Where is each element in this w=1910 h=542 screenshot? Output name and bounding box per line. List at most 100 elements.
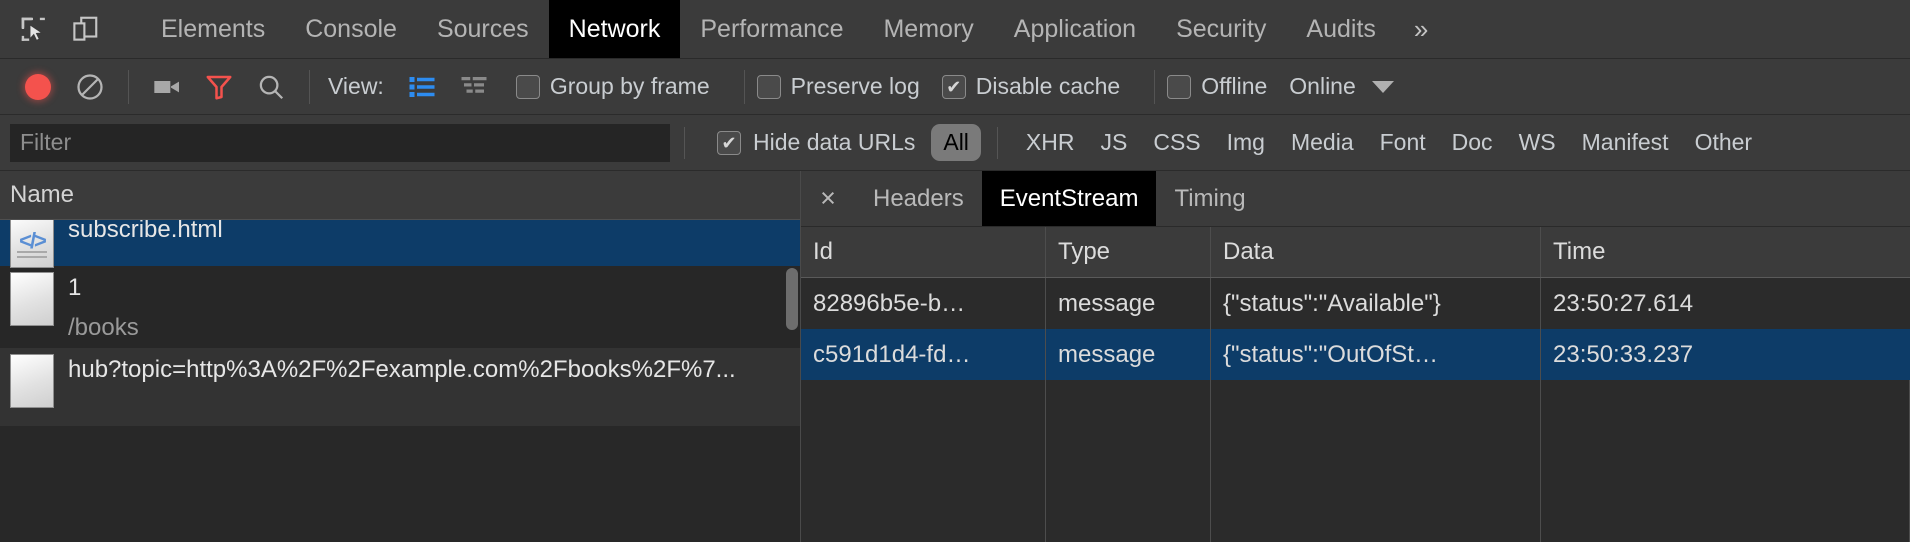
table-row[interactable]: 82896b5e-b… message {"status":"Available…	[801, 278, 1910, 329]
group-by-frame-label: Group by frame	[550, 73, 710, 100]
tab-label: Audits	[1306, 15, 1375, 44]
search-icon	[256, 72, 286, 102]
column-header-data[interactable]: Data	[1211, 227, 1541, 277]
record-button[interactable]	[12, 65, 64, 109]
checkbox-box	[942, 75, 966, 99]
type-filter-other[interactable]: Other	[1683, 124, 1765, 161]
row-text-block: subscribe.html	[68, 220, 223, 244]
tab-eventstream[interactable]: EventStream	[982, 171, 1157, 226]
disable-cache-label: Disable cache	[976, 73, 1120, 100]
type-filter-js[interactable]: JS	[1088, 124, 1139, 161]
type-filter-css[interactable]: CSS	[1141, 124, 1212, 161]
device-toolbar-icon[interactable]	[66, 10, 104, 48]
empty-cell	[801, 380, 1046, 542]
type-filter-ws[interactable]: WS	[1507, 124, 1568, 161]
record-icon	[25, 74, 51, 100]
type-filter-doc[interactable]: Doc	[1440, 124, 1505, 161]
toolbar-divider	[128, 70, 129, 104]
event-data: {"status":"Available"}	[1211, 278, 1541, 329]
requests-column-header[interactable]: Name	[0, 171, 800, 220]
type-filter-xhr[interactable]: XHR	[1014, 124, 1087, 161]
table-row[interactable]: c591d1d4-fd… message {"status":"OutOfSt……	[801, 329, 1910, 380]
type-filter-manifest[interactable]: Manifest	[1570, 124, 1681, 161]
event-data: {"status":"OutOfSt…	[1211, 329, 1541, 380]
empty-cell	[1211, 380, 1541, 542]
eventstream-table: Id Type Data Time 82896b5e-b… message {"…	[801, 227, 1910, 542]
tab-timing[interactable]: Timing	[1156, 171, 1263, 226]
tab-headers[interactable]: Headers	[855, 171, 982, 226]
offline-checkbox[interactable]: Offline	[1167, 73, 1267, 100]
generic-file-icon	[10, 272, 54, 326]
tab-sources[interactable]: Sources	[417, 0, 549, 58]
table-row[interactable]: 1 /books	[0, 266, 800, 348]
html-document-icon: </>	[10, 220, 54, 268]
waterfall-view-button[interactable]	[448, 65, 500, 109]
tab-application[interactable]: Application	[994, 0, 1156, 58]
network-controls-toolbar: View: Group by frame	[0, 59, 1910, 115]
tab-label: Elements	[161, 15, 265, 44]
table-row[interactable]: hub?topic=http%3A%2F%2Fexample.com%2Fboo…	[0, 348, 800, 426]
tab-console[interactable]: Console	[285, 0, 417, 58]
row-text-block: hub?topic=http%3A%2F%2Fexample.com%2Fboo…	[68, 354, 736, 384]
preserve-log-label: Preserve log	[791, 73, 920, 100]
request-name: hub?topic=http%3A%2F%2Fexample.com%2Fboo…	[68, 356, 736, 384]
capture-screenshots-button[interactable]	[141, 65, 193, 109]
request-list-pane: Name </> subscribe.html 1 /books	[0, 171, 801, 542]
view-label: View:	[328, 73, 384, 100]
request-rows[interactable]: </> subscribe.html 1 /books	[0, 220, 800, 542]
tab-label: Console	[305, 15, 397, 44]
table-row[interactable]: </> subscribe.html	[0, 220, 800, 266]
tab-label: Network	[569, 15, 661, 44]
preserve-log-checkbox[interactable]: Preserve log	[757, 73, 920, 100]
type-filter-font[interactable]: Font	[1368, 124, 1438, 161]
generic-file-icon	[10, 354, 54, 408]
tab-label: Sources	[437, 15, 529, 44]
tab-elements[interactable]: Elements	[141, 0, 285, 58]
tab-network[interactable]: Network	[549, 0, 681, 58]
network-filter-bar: Hide data URLs All XHR JS CSS Img Media …	[0, 115, 1910, 171]
filterbar-divider	[684, 127, 685, 159]
tab-performance[interactable]: Performance	[680, 0, 863, 58]
column-header-time[interactable]: Time	[1541, 227, 1910, 277]
list-view-button[interactable]	[396, 65, 448, 109]
type-filter-media[interactable]: Media	[1279, 124, 1366, 161]
column-header-type[interactable]: Type	[1046, 227, 1211, 277]
throttling-value[interactable]: Online	[1289, 73, 1355, 100]
more-tabs-label: »	[1414, 14, 1428, 45]
row-text-block: 1 /books	[68, 272, 139, 342]
request-details-pane: × Headers EventStream Timing Id Type Dat…	[801, 171, 1910, 542]
disable-cache-checkbox[interactable]: Disable cache	[942, 73, 1120, 100]
clear-icon	[75, 72, 105, 102]
empty-cell	[1046, 380, 1211, 542]
tab-audits[interactable]: Audits	[1286, 0, 1395, 58]
eventstream-header-row: Id Type Data Time	[801, 227, 1910, 278]
column-header-id[interactable]: Id	[801, 227, 1046, 277]
filter-input[interactable]	[10, 124, 670, 162]
eventstream-empty-area	[801, 380, 1910, 542]
group-by-frame-checkbox[interactable]: Group by frame	[516, 73, 710, 100]
panel-tabs: Elements Console Sources Network Perform…	[141, 0, 1910, 58]
checkbox-box	[516, 75, 540, 99]
type-filter-all[interactable]: All	[931, 124, 981, 161]
inspect-element-icon[interactable]	[14, 10, 52, 48]
code-glyph: </>	[19, 230, 45, 252]
event-type: message	[1046, 329, 1211, 380]
filter-toggle-button[interactable]	[193, 65, 245, 109]
event-time: 23:50:33.237	[1541, 329, 1910, 380]
details-tab-bar: × Headers EventStream Timing	[801, 171, 1910, 227]
tab-security[interactable]: Security	[1156, 0, 1286, 58]
more-tabs-chevron-icon[interactable]: »	[1396, 0, 1446, 58]
clear-button[interactable]	[64, 65, 116, 109]
toolbar-divider-3	[744, 70, 745, 104]
waterfall-view-icon	[459, 74, 489, 100]
chevron-down-icon[interactable]	[1372, 81, 1394, 93]
vertical-scrollbar[interactable]	[786, 268, 798, 330]
type-filter-img[interactable]: Img	[1215, 124, 1277, 161]
list-view-icon	[407, 74, 437, 100]
search-button[interactable]	[245, 65, 297, 109]
close-icon[interactable]: ×	[801, 171, 855, 226]
hide-data-urls-checkbox[interactable]: Hide data URLs	[717, 129, 915, 156]
checkbox-box	[757, 75, 781, 99]
tab-memory[interactable]: Memory	[863, 0, 993, 58]
hide-data-urls-label: Hide data URLs	[753, 129, 915, 156]
